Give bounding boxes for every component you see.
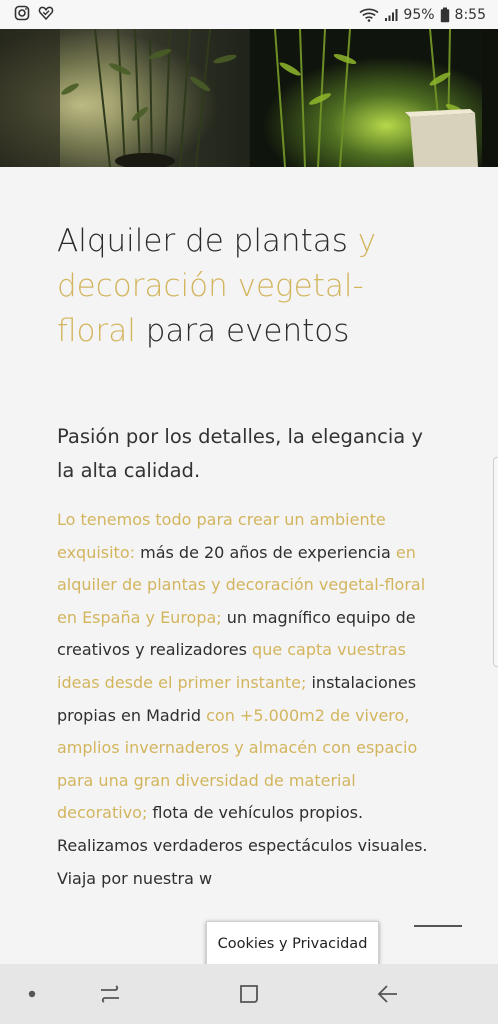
home-icon[interactable] <box>229 976 269 1012</box>
article-body: Lo tenemos todo para crear un ambiente e… <box>57 504 429 895</box>
status-right: 95% 8:55 <box>359 7 486 23</box>
edge-panel-handle[interactable] <box>493 457 498 667</box>
title-part-1: Alquiler de plantas <box>57 223 358 259</box>
clock: 8:55 <box>454 6 486 23</box>
hero-image <box>0 29 498 167</box>
title-part-3: para eventos <box>135 313 350 349</box>
body-segment: más de 20 años de experiencia <box>135 542 396 562</box>
signal-icon <box>384 8 398 22</box>
heart-check-icon <box>38 5 54 25</box>
navigation-bar <box>0 964 498 1024</box>
status-left <box>14 5 54 25</box>
divider-line <box>414 925 462 927</box>
cookies-privacy-button[interactable]: Cookies y Privacidad <box>206 921 379 967</box>
battery-percent: 95% <box>403 6 435 23</box>
page-title: Alquiler de plantas y decoración vegetal… <box>57 219 397 354</box>
status-bar: 95% 8:55 <box>0 0 498 29</box>
body-truncated-line: Viaja por nuestra w <box>57 868 213 888</box>
back-icon[interactable] <box>368 976 408 1012</box>
dot-icon[interactable] <box>12 976 52 1012</box>
instagram-icon <box>14 5 30 25</box>
plants-photo <box>0 29 498 167</box>
recent-apps-icon[interactable] <box>90 976 130 1012</box>
wifi-icon <box>359 7 379 22</box>
article-content: Alquiler de plantas y decoración vegetal… <box>0 167 498 964</box>
page-subtitle: Pasión por los detalles, la elegancia y … <box>57 425 423 482</box>
battery-icon <box>440 7 450 23</box>
